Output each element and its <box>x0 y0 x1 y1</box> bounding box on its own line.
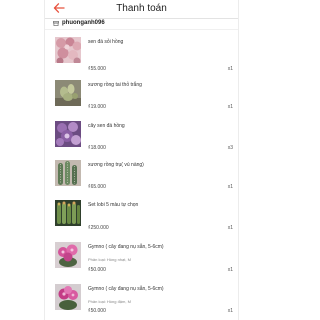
product-variant: Phân loại: Hồng nhạt, M <box>88 257 131 262</box>
product-quantity: x1 <box>227 184 233 190</box>
order-item[interactable]: sen đá sỏi hồng ₫55.000 x1 <box>45 37 238 75</box>
product-quantity: x1 <box>227 225 233 231</box>
product-variant: Phân loại: Hồng đậm, M <box>88 299 131 304</box>
header-bar: Thanh toán <box>45 0 238 19</box>
product-price: ₫19.000 <box>88 104 106 110</box>
product-quantity: x1 <box>227 104 233 110</box>
product-price: ₫65.000 <box>88 184 106 190</box>
product-name: sen đá sỏi hồng <box>88 39 124 45</box>
product-price: ₫18.000 <box>88 145 106 151</box>
product-quantity: x1 <box>227 267 233 273</box>
product-name: Set lobi 5 màu tự chọn <box>88 202 139 208</box>
product-image <box>55 242 81 268</box>
product-name: Gymno ( cây đang nụ sẵn, 5-6cm) <box>88 244 164 250</box>
order-item[interactable]: cây sen đá hồng ₫18.000 x3 <box>45 121 238 159</box>
product-image <box>55 160 81 186</box>
product-image <box>55 284 81 310</box>
product-image <box>55 121 81 147</box>
product-price: ₫50.000 <box>88 267 106 273</box>
product-name: xương rồng trụ( vú nàng) <box>88 162 144 168</box>
product-image <box>55 200 81 226</box>
product-name: cây sen đá hồng <box>88 123 125 129</box>
page-title: Thanh toán <box>116 3 167 14</box>
product-image <box>55 37 81 63</box>
product-name: xương rồng tai thỏ trắng <box>88 82 142 88</box>
order-item[interactable]: Gymno ( cây đang nụ sẵn, 5-6cm) Phân loạ… <box>45 284 238 320</box>
product-quantity: x3 <box>227 145 233 151</box>
product-price: ₫50.000 <box>88 308 106 314</box>
product-image <box>55 80 81 106</box>
order-item[interactable]: xương rồng tai thỏ trắng ₫19.000 x1 <box>45 80 238 118</box>
order-item[interactable]: Set lobi 5 màu tự chọn ₫250.000 x1 <box>45 200 238 238</box>
product-quantity: x1 <box>227 308 233 314</box>
shop-name: phuonganh096 <box>62 20 105 26</box>
product-quantity: x1 <box>227 66 233 72</box>
order-item[interactable]: xương rồng trụ( vú nàng) ₫65.000 x1 <box>45 160 238 198</box>
checkout-screen: Thanh toán phuonganh096 sen đá sỏi hồng … <box>44 0 239 320</box>
order-item[interactable]: Gymno ( cây đang nụ sẵn, 5-6cm) Phân loạ… <box>45 242 238 280</box>
product-name: Gymno ( cây đang nụ sẵn, 5-6cm) <box>88 286 164 292</box>
shop-row: phuonganh096 <box>45 19 238 30</box>
store-icon <box>53 21 59 26</box>
product-price: ₫250.000 <box>88 225 109 231</box>
product-price: ₫55.000 <box>88 66 106 72</box>
